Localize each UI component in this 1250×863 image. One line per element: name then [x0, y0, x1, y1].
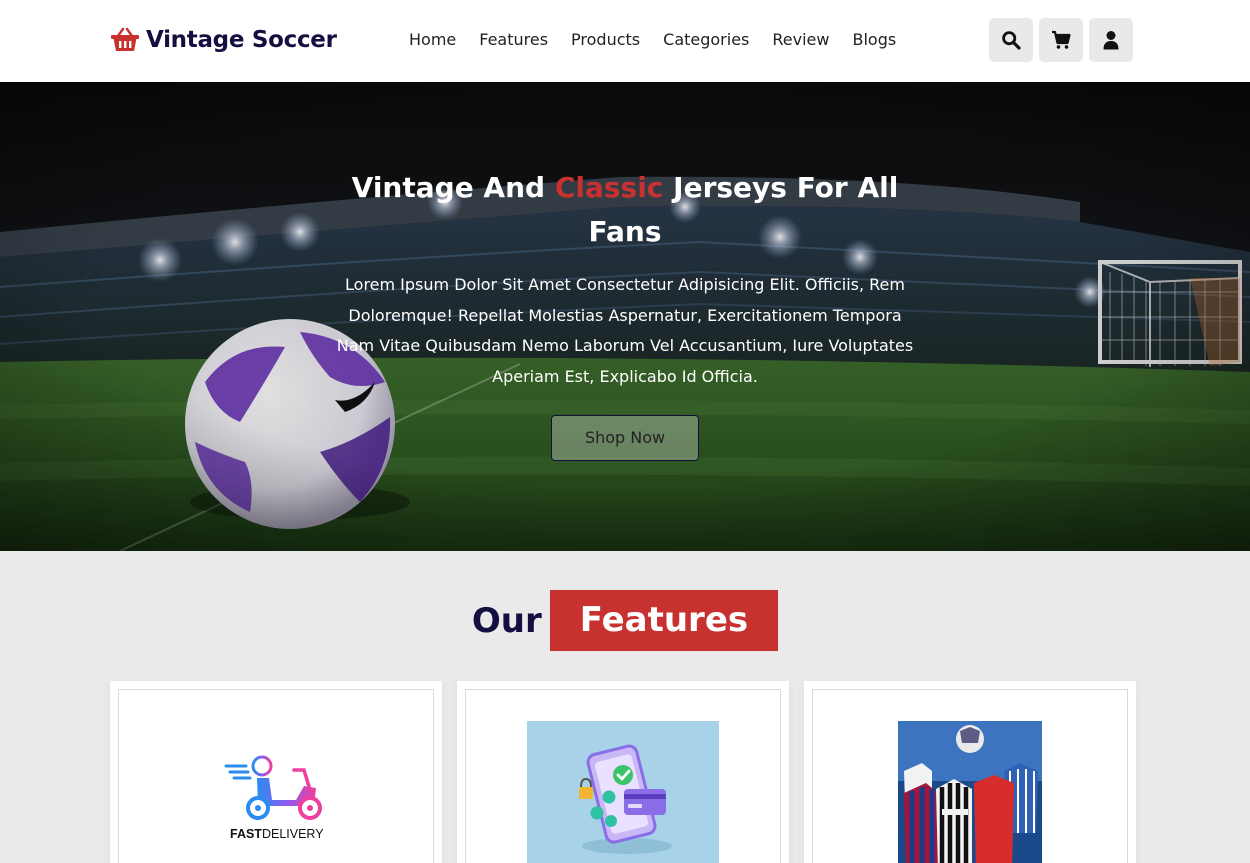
feature-card-frame: FASTDELIVERY [118, 689, 434, 863]
account-button[interactable] [1089, 18, 1133, 62]
main-nav: Home Features Products Categories Review… [409, 28, 896, 52]
header-icons [989, 18, 1133, 62]
secure-payment-image [527, 721, 719, 863]
brand-name: Vintage Soccer [146, 27, 337, 53]
cart-button[interactable] [1039, 18, 1083, 62]
nav-categories[interactable]: Categories [663, 28, 749, 52]
hero-section: Vintage And Classic Jerseys For All Fans… [0, 82, 1250, 551]
shop-now-button[interactable]: Shop Now [551, 415, 699, 461]
fast-delivery-image: FASTDELIVERY [224, 755, 324, 841]
svg-text:FASTDELIVERY: FASTDELIVERY [230, 827, 324, 841]
hero-title: Vintage And Classic Jerseys For All Fans [330, 166, 920, 254]
nav-features[interactable]: Features [479, 28, 548, 52]
feature-card-frame [465, 689, 781, 863]
feature-card-jerseys[interactable] [804, 681, 1136, 863]
user-icon [1103, 31, 1119, 50]
features-cards: FASTDELIVERY [110, 681, 1136, 863]
feature-card-payment[interactable] [457, 681, 789, 863]
nav-home[interactable]: Home [409, 28, 456, 52]
nav-products[interactable]: Products [571, 28, 640, 52]
basket-icon [111, 27, 139, 51]
features-heading-badge: Features [549, 590, 779, 651]
search-button[interactable] [989, 18, 1033, 62]
fast-text: FAST [230, 827, 262, 841]
hero-description: Lorem Ipsum Dolor Sit Amet Consectetur A… [336, 275, 914, 386]
hero-content: Vintage And Classic Jerseys For All Fans… [330, 166, 920, 461]
logo-link[interactable]: Vintage Soccer [110, 22, 337, 58]
hero-title-start: Vintage And [351, 171, 555, 204]
hero-title-accent: Classic [554, 171, 664, 204]
cart-icon [1052, 30, 1071, 49]
features-heading: Our Features [0, 590, 1250, 651]
feature-card-frame [812, 689, 1128, 863]
features-heading-plain: Our [471, 600, 542, 641]
nav-review[interactable]: Review [772, 28, 829, 52]
search-icon [1002, 31, 1021, 50]
delivery-text: DELIVERY [262, 827, 324, 841]
feature-card-delivery[interactable]: FASTDELIVERY [110, 681, 442, 863]
nav-blogs[interactable]: Blogs [852, 28, 896, 52]
jerseys-image [898, 721, 1042, 863]
site-header: Vintage Soccer Home Features Products Ca… [0, 0, 1250, 82]
